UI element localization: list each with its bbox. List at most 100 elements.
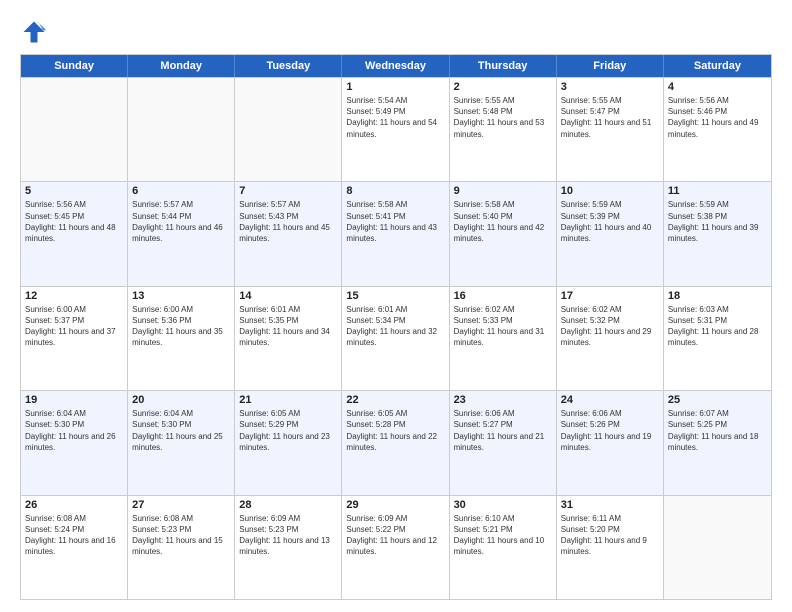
calendar-cell-28: 28 Sunrise: 6:09 AM Sunset: 5:23 PM Dayli… — [235, 496, 342, 599]
day-header-tuesday: Tuesday — [235, 55, 342, 77]
cell-info-14: Sunrise: 6:01 AM Sunset: 5:35 PM Dayligh… — [239, 304, 337, 349]
cell-info-27: Sunrise: 6:08 AM Sunset: 5:23 PM Dayligh… — [132, 513, 230, 558]
calendar-cell-empty-4-6 — [664, 496, 771, 599]
day-header-saturday: Saturday — [664, 55, 771, 77]
cell-info-6: Sunrise: 5:57 AM Sunset: 5:44 PM Dayligh… — [132, 199, 230, 244]
day-header-friday: Friday — [557, 55, 664, 77]
cell-date-23: 23 — [454, 394, 552, 406]
calendar-body: 1 Sunrise: 5:54 AM Sunset: 5:49 PM Daylig… — [21, 77, 771, 599]
calendar-cell-24: 24 Sunrise: 6:06 AM Sunset: 5:26 PM Dayli… — [557, 391, 664, 494]
cell-info-30: Sunrise: 6:10 AM Sunset: 5:21 PM Dayligh… — [454, 513, 552, 558]
cell-info-24: Sunrise: 6:06 AM Sunset: 5:26 PM Dayligh… — [561, 408, 659, 453]
cell-info-17: Sunrise: 6:02 AM Sunset: 5:32 PM Dayligh… — [561, 304, 659, 349]
cell-date-22: 22 — [346, 394, 444, 406]
cell-info-13: Sunrise: 6:00 AM Sunset: 5:36 PM Dayligh… — [132, 304, 230, 349]
cell-date-1: 1 — [346, 81, 444, 93]
cell-info-11: Sunrise: 5:59 AM Sunset: 5:38 PM Dayligh… — [668, 199, 767, 244]
cell-info-7: Sunrise: 5:57 AM Sunset: 5:43 PM Dayligh… — [239, 199, 337, 244]
cell-date-13: 13 — [132, 290, 230, 302]
cell-info-28: Sunrise: 6:09 AM Sunset: 5:23 PM Dayligh… — [239, 513, 337, 558]
calendar-row-3: 19 Sunrise: 6:04 AM Sunset: 5:30 PM Dayli… — [21, 390, 771, 494]
logo-icon — [20, 18, 48, 46]
calendar-cell-10: 10 Sunrise: 5:59 AM Sunset: 5:39 PM Dayli… — [557, 182, 664, 285]
calendar-row-1: 5 Sunrise: 5:56 AM Sunset: 5:45 PM Daylig… — [21, 181, 771, 285]
calendar-cell-9: 9 Sunrise: 5:58 AM Sunset: 5:40 PM Daylig… — [450, 182, 557, 285]
cell-info-18: Sunrise: 6:03 AM Sunset: 5:31 PM Dayligh… — [668, 304, 767, 349]
calendar-cell-3: 3 Sunrise: 5:55 AM Sunset: 5:47 PM Daylig… — [557, 78, 664, 181]
calendar-cell-29: 29 Sunrise: 6:09 AM Sunset: 5:22 PM Dayli… — [342, 496, 449, 599]
cell-date-3: 3 — [561, 81, 659, 93]
calendar-cell-16: 16 Sunrise: 6:02 AM Sunset: 5:33 PM Dayli… — [450, 287, 557, 390]
calendar-header: SundayMondayTuesdayWednesdayThursdayFrid… — [21, 55, 771, 77]
cell-date-9: 9 — [454, 185, 552, 197]
calendar-cell-7: 7 Sunrise: 5:57 AM Sunset: 5:43 PM Daylig… — [235, 182, 342, 285]
calendar-cell-18: 18 Sunrise: 6:03 AM Sunset: 5:31 PM Dayli… — [664, 287, 771, 390]
cell-info-25: Sunrise: 6:07 AM Sunset: 5:25 PM Dayligh… — [668, 408, 767, 453]
day-header-sunday: Sunday — [21, 55, 128, 77]
cell-date-21: 21 — [239, 394, 337, 406]
calendar-cell-14: 14 Sunrise: 6:01 AM Sunset: 5:35 PM Dayli… — [235, 287, 342, 390]
cell-date-6: 6 — [132, 185, 230, 197]
calendar-row-2: 12 Sunrise: 6:00 AM Sunset: 5:37 PM Dayli… — [21, 286, 771, 390]
cell-date-10: 10 — [561, 185, 659, 197]
cell-date-31: 31 — [561, 499, 659, 511]
cell-date-24: 24 — [561, 394, 659, 406]
calendar-cell-13: 13 Sunrise: 6:00 AM Sunset: 5:36 PM Dayli… — [128, 287, 235, 390]
calendar-cell-30: 30 Sunrise: 6:10 AM Sunset: 5:21 PM Dayli… — [450, 496, 557, 599]
cell-info-21: Sunrise: 6:05 AM Sunset: 5:29 PM Dayligh… — [239, 408, 337, 453]
cell-date-20: 20 — [132, 394, 230, 406]
cell-date-8: 8 — [346, 185, 444, 197]
calendar-cell-4: 4Sunrise: 5:56 AM Sunset: 5:46 PM Daylig… — [664, 78, 771, 181]
calendar-cell-empty-0-2 — [235, 78, 342, 181]
calendar-row-0: 1 Sunrise: 5:54 AM Sunset: 5:49 PM Daylig… — [21, 77, 771, 181]
calendar-cell-8: 8 Sunrise: 5:58 AM Sunset: 5:41 PM Daylig… — [342, 182, 449, 285]
logo — [20, 18, 52, 46]
cell-info-2: Sunrise: 5:55 AM Sunset: 5:48 PM Dayligh… — [454, 95, 552, 140]
cell-date-2: 2 — [454, 81, 552, 93]
calendar-cell-17: 17 Sunrise: 6:02 AM Sunset: 5:32 PM Dayli… — [557, 287, 664, 390]
calendar-cell-22: 22Sunrise: 6:05 AM Sunset: 5:28 PM Dayli… — [342, 391, 449, 494]
calendar-cell-31: 31 Sunrise: 6:11 AM Sunset: 5:20 PM Dayli… — [557, 496, 664, 599]
cell-date-30: 30 — [454, 499, 552, 511]
cell-info-10: Sunrise: 5:59 AM Sunset: 5:39 PM Dayligh… — [561, 199, 659, 244]
cell-date-5: 5 — [25, 185, 123, 197]
calendar-cell-6: 6 Sunrise: 5:57 AM Sunset: 5:44 PM Daylig… — [128, 182, 235, 285]
cell-info-8: Sunrise: 5:58 AM Sunset: 5:41 PM Dayligh… — [346, 199, 444, 244]
cell-date-25: 25 — [668, 394, 767, 406]
cell-date-28: 28 — [239, 499, 337, 511]
cell-date-27: 27 — [132, 499, 230, 511]
cell-date-26: 26 — [25, 499, 123, 511]
cell-date-19: 19 — [25, 394, 123, 406]
cell-info-12: Sunrise: 6:00 AM Sunset: 5:37 PM Dayligh… — [25, 304, 123, 349]
cell-info-29: Sunrise: 6:09 AM Sunset: 5:22 PM Dayligh… — [346, 513, 444, 558]
cell-info-31: Sunrise: 6:11 AM Sunset: 5:20 PM Dayligh… — [561, 513, 659, 558]
calendar-cell-21: 21 Sunrise: 6:05 AM Sunset: 5:29 PM Dayli… — [235, 391, 342, 494]
calendar-cell-5: 5 Sunrise: 5:56 AM Sunset: 5:45 PM Daylig… — [21, 182, 128, 285]
cell-info-9: Sunrise: 5:58 AM Sunset: 5:40 PM Dayligh… — [454, 199, 552, 244]
cell-info-16: Sunrise: 6:02 AM Sunset: 5:33 PM Dayligh… — [454, 304, 552, 349]
cell-info-20: Sunrise: 6:04 AM Sunset: 5:30 PM Dayligh… — [132, 408, 230, 453]
calendar: SundayMondayTuesdayWednesdayThursdayFrid… — [20, 54, 772, 600]
calendar-cell-1: 1 Sunrise: 5:54 AM Sunset: 5:49 PM Daylig… — [342, 78, 449, 181]
cell-date-18: 18 — [668, 290, 767, 302]
calendar-cell-15: 15 Sunrise: 6:01 AM Sunset: 5:34 PM Dayli… — [342, 287, 449, 390]
day-header-monday: Monday — [128, 55, 235, 77]
calendar-cell-empty-0-1 — [128, 78, 235, 181]
cell-date-17: 17 — [561, 290, 659, 302]
cell-date-29: 29 — [346, 499, 444, 511]
calendar-row-4: 26Sunrise: 6:08 AM Sunset: 5:24 PM Dayli… — [21, 495, 771, 599]
cell-info-1: Sunrise: 5:54 AM Sunset: 5:49 PM Dayligh… — [346, 95, 444, 140]
calendar-page: SundayMondayTuesdayWednesdayThursdayFrid… — [0, 0, 792, 612]
cell-date-16: 16 — [454, 290, 552, 302]
cell-date-7: 7 — [239, 185, 337, 197]
cell-date-12: 12 — [25, 290, 123, 302]
calendar-cell-11: 11Sunrise: 5:59 AM Sunset: 5:38 PM Dayli… — [664, 182, 771, 285]
cell-date-14: 14 — [239, 290, 337, 302]
calendar-cell-empty-0-0 — [21, 78, 128, 181]
cell-info-3: Sunrise: 5:55 AM Sunset: 5:47 PM Dayligh… — [561, 95, 659, 140]
cell-date-15: 15 — [346, 290, 444, 302]
cell-info-15: Sunrise: 6:01 AM Sunset: 5:34 PM Dayligh… — [346, 304, 444, 349]
cell-info-4: Sunrise: 5:56 AM Sunset: 5:46 PM Dayligh… — [668, 95, 767, 140]
cell-info-5: Sunrise: 5:56 AM Sunset: 5:45 PM Dayligh… — [25, 199, 123, 244]
calendar-cell-2: 2 Sunrise: 5:55 AM Sunset: 5:48 PM Daylig… — [450, 78, 557, 181]
